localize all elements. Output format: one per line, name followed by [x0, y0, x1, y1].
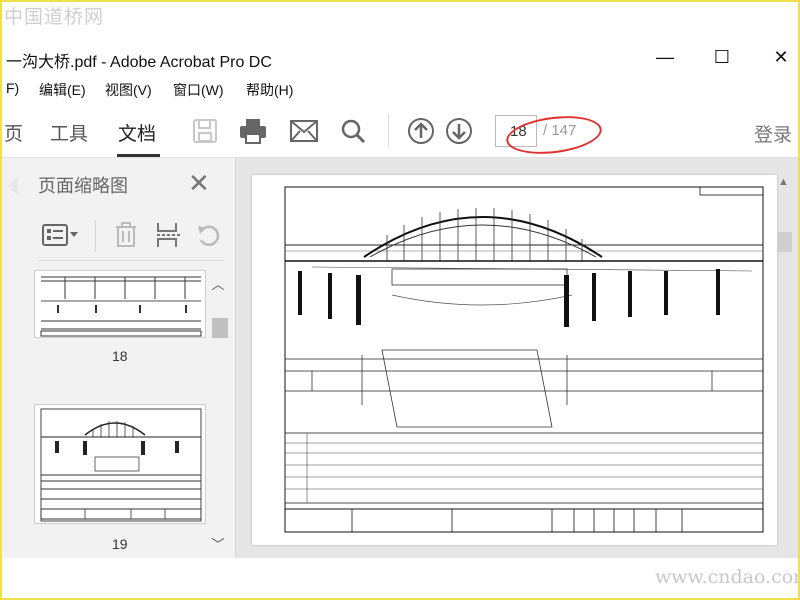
extract-pages-icon[interactable] — [156, 220, 182, 250]
doc-scrollbar-thumb[interactable] — [778, 232, 792, 252]
minimize-icon: — — [656, 46, 674, 67]
bridge-drawing — [284, 186, 764, 533]
close-icon: ✕ — [773, 46, 789, 67]
page-down-icon[interactable] — [444, 116, 474, 146]
search-icon[interactable] — [338, 116, 368, 146]
pdf-page — [252, 175, 777, 545]
panel-toolbar-separator — [95, 220, 96, 252]
scrollbar-thumb[interactable] — [212, 318, 228, 338]
tab-home[interactable]: 页 — [4, 119, 23, 146]
panel-pointer — [8, 176, 18, 196]
tab-document[interactable]: 文档 — [118, 119, 156, 146]
menu-window[interactable]: 窗口(W) — [173, 80, 224, 100]
close-window-button[interactable]: ✕ — [766, 44, 796, 70]
panel-divider — [38, 260, 224, 261]
rotate-icon[interactable] — [196, 220, 222, 250]
thumbnail-scrollbar[interactable]: ︿ ﹀ — [210, 270, 228, 554]
active-tab-indicator — [117, 154, 160, 157]
thumbnail-label-18: 18 — [112, 348, 128, 364]
menu-file[interactable]: F) — [6, 80, 19, 96]
watermark-url: www.cndao.com — [655, 566, 800, 588]
scroll-up-icon[interactable]: ︿ — [210, 274, 226, 293]
maximize-button[interactable]: ☐ — [707, 44, 737, 70]
mail-icon[interactable] — [289, 116, 319, 146]
menu-bar: F) 编辑(E) 视图(V) 窗口(W) 帮助(H) — [2, 78, 798, 102]
print-icon[interactable] — [238, 116, 268, 146]
close-panel-button[interactable]: ✕ — [188, 170, 210, 196]
doc-scroll-up-icon[interactable]: ▲ — [778, 176, 789, 188]
window-title: 一沟大桥.pdf - Adobe Acrobat Pro DC — [6, 54, 272, 71]
login-button[interactable]: 登录 — [754, 120, 792, 147]
thumbnails-panel: 页面缩略图 ✕ 18 19 ︿ ﹀ — [2, 158, 236, 558]
maximize-icon: ☐ — [713, 46, 731, 67]
panel-toolbar — [38, 218, 228, 254]
thumbnail-label-19: 19 — [112, 536, 128, 552]
panel-title: 页面缩略图 — [38, 176, 128, 196]
main-toolbar: 页 工具 文档 18 / 147 登录 — [2, 104, 798, 158]
toolbar-separator — [388, 114, 389, 148]
watermark-logo: 中国道桥网 — [4, 6, 105, 28]
menu-help[interactable]: 帮助(H) — [246, 80, 293, 100]
thumbnail-page-19[interactable] — [34, 404, 206, 524]
minimize-button[interactable]: — — [650, 44, 680, 70]
thumbnail-page-18[interactable] — [34, 270, 206, 338]
page-up-icon[interactable] — [406, 116, 436, 146]
tab-tools[interactable]: 工具 — [50, 119, 88, 146]
trash-icon[interactable] — [114, 220, 138, 250]
menu-edit[interactable]: 编辑(E) — [39, 80, 86, 100]
title-bar: 一沟大桥.pdf - Adobe Acrobat Pro DC — ☐ ✕ — [2, 36, 798, 78]
scroll-down-icon[interactable]: ﹀ — [210, 534, 226, 553]
thumbnail-options-icon[interactable] — [42, 220, 80, 250]
menu-view[interactable]: 视图(V) — [105, 80, 152, 100]
save-icon[interactable] — [190, 116, 220, 146]
